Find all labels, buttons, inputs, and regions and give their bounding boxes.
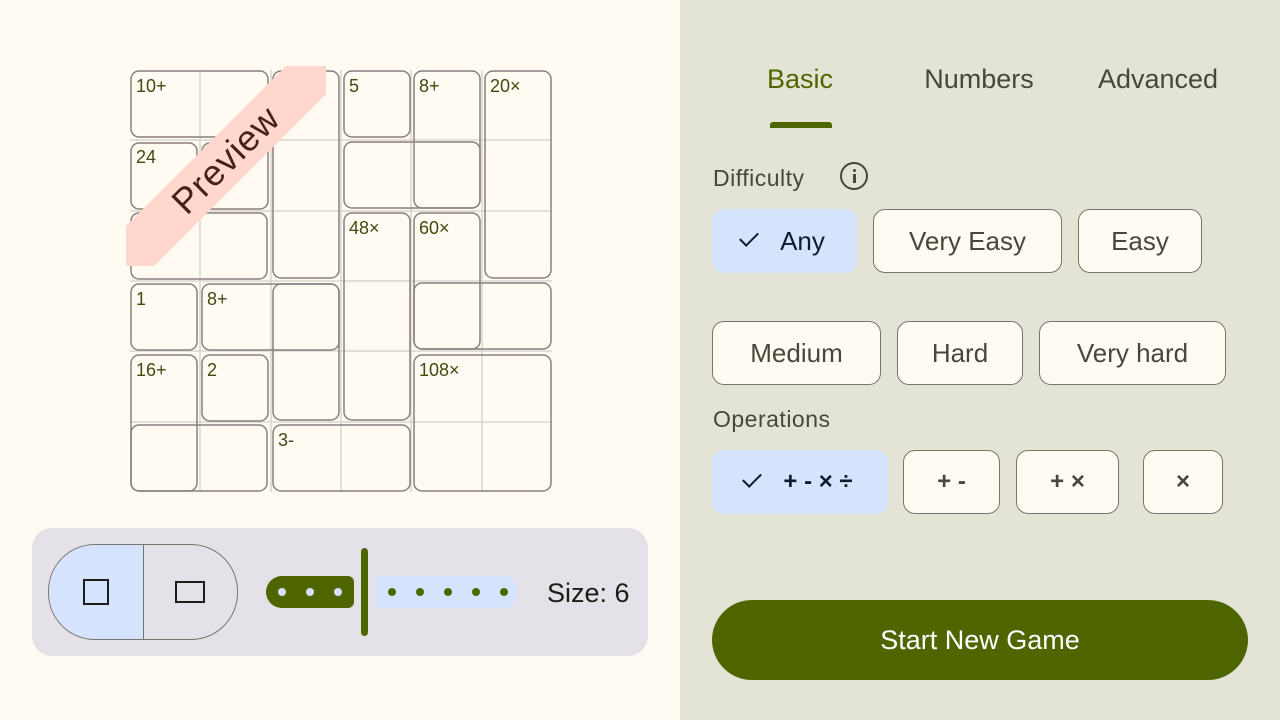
cage-label: 20× bbox=[490, 76, 521, 96]
grid-settings-panel: Size: 6 bbox=[32, 528, 648, 656]
chip-label: × bbox=[1175, 468, 1190, 495]
cage-label: 3- bbox=[278, 430, 295, 450]
size-slider-inactive-track[interactable] bbox=[376, 576, 518, 608]
info-icon[interactable] bbox=[840, 162, 868, 190]
operations-chip-add-sub[interactable]: + - bbox=[903, 450, 1000, 514]
difficulty-label: Difficulty bbox=[713, 165, 805, 191]
slider-tick bbox=[334, 588, 342, 596]
chip-label: Hard bbox=[931, 337, 989, 368]
cage-label: 48× bbox=[349, 218, 380, 238]
operations-chip-add-mul[interactable]: + × bbox=[1016, 450, 1119, 514]
operations-label: Operations bbox=[713, 406, 831, 432]
active-tab-indicator bbox=[770, 122, 832, 128]
grid-shape-toggle bbox=[48, 544, 238, 640]
chip-label: Any bbox=[780, 225, 825, 256]
cage-label: 24 bbox=[136, 147, 157, 167]
operations-chip-all[interactable]: + - × ÷ bbox=[712, 450, 888, 514]
tab-basic[interactable]: Basic bbox=[740, 64, 860, 95]
chip-label: Medium bbox=[750, 337, 843, 368]
difficulty-chip-medium[interactable]: Medium bbox=[712, 321, 881, 385]
cage-label: 8+ bbox=[419, 76, 440, 96]
size-slider-active-track[interactable] bbox=[266, 576, 354, 608]
puzzle-preview-grid: 10+ 24 ?0× 5 8+ 20× 48× 60× 1 8+ 16+ 2 1… bbox=[130, 70, 552, 492]
cage-label: 8+ bbox=[207, 289, 228, 309]
slider-tick bbox=[306, 588, 314, 596]
cage-label: 10+ bbox=[136, 76, 167, 96]
rectangle-icon bbox=[175, 581, 206, 603]
difficulty-chip-very-hard[interactable]: Very hard bbox=[1039, 321, 1226, 385]
square-icon bbox=[82, 579, 109, 605]
operations-chip-mul[interactable]: × bbox=[1143, 450, 1223, 514]
chip-label: Very Easy bbox=[908, 225, 1027, 256]
rectangle-shape-button[interactable] bbox=[142, 545, 238, 639]
slider-tick bbox=[416, 588, 424, 596]
chip-label: Very hard bbox=[1076, 337, 1189, 368]
cage-label: 60× bbox=[419, 218, 450, 238]
difficulty-chip-hard[interactable]: Hard bbox=[897, 321, 1023, 385]
cage-label: 1 bbox=[136, 289, 147, 309]
check-icon bbox=[739, 227, 759, 247]
tab-numbers[interactable]: Numbers bbox=[904, 64, 1054, 95]
cage-label: 5 bbox=[349, 76, 360, 96]
grid-lines bbox=[130, 70, 552, 492]
cage-label: 108× bbox=[419, 360, 460, 380]
square-shape-button[interactable] bbox=[49, 545, 143, 639]
slider-tick bbox=[500, 588, 508, 596]
slider-tick bbox=[472, 588, 480, 596]
chip-label: + - × ÷ bbox=[783, 468, 853, 495]
cage-label: 2 bbox=[207, 360, 218, 380]
tab-advanced[interactable]: Advanced bbox=[1088, 64, 1228, 95]
cage-label: 16+ bbox=[136, 360, 167, 380]
check-icon bbox=[742, 468, 763, 488]
slider-tick bbox=[278, 588, 286, 596]
preview-pane: 10+ 24 ?0× 5 8+ 20× 48× 60× 1 8+ 16+ 2 1… bbox=[0, 0, 680, 720]
chip-label: + - bbox=[937, 468, 966, 495]
slider-tick bbox=[388, 588, 396, 596]
chip-label: + × bbox=[1050, 468, 1085, 495]
start-new-game-button[interactable]: Start New Game bbox=[712, 600, 1248, 680]
size-slider-handle[interactable] bbox=[361, 548, 368, 636]
size-label: Size: 6 bbox=[547, 578, 630, 608]
difficulty-chip-very-easy[interactable]: Very Easy bbox=[873, 209, 1062, 273]
chip-label: Easy bbox=[1111, 225, 1169, 256]
cage-label: ?0× bbox=[278, 76, 309, 96]
difficulty-chip-any[interactable]: Any bbox=[712, 209, 857, 273]
difficulty-chip-easy[interactable]: Easy bbox=[1078, 209, 1202, 273]
slider-tick bbox=[444, 588, 452, 596]
